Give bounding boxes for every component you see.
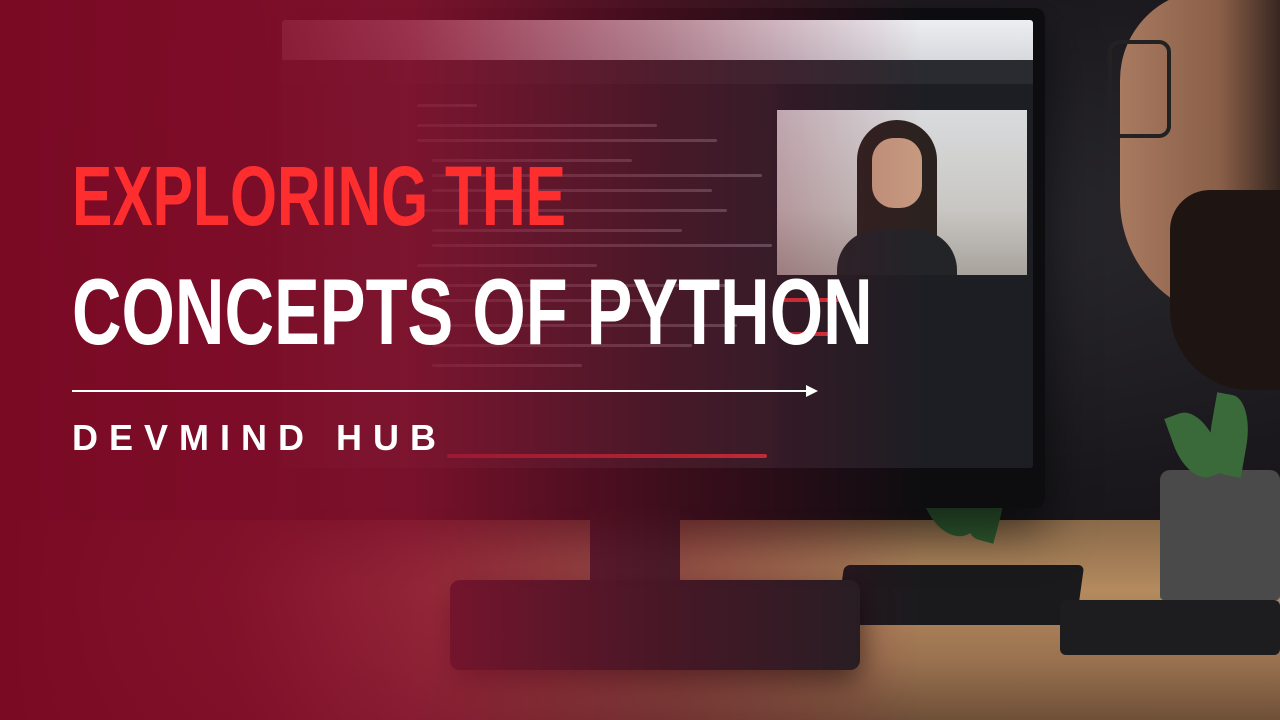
divider-line [72,390,812,392]
thumbnail: EXPLORING THE CONCEPTS OF PYTHON DEVMIND… [0,0,1280,720]
headline-line-2: CONCEPTS OF PYTHON [72,259,873,364]
headline-line-1: EXPLORING THE [72,149,566,243]
brand-name: DEVMIND HUB [72,417,448,458]
arrow-right-icon [806,385,818,397]
